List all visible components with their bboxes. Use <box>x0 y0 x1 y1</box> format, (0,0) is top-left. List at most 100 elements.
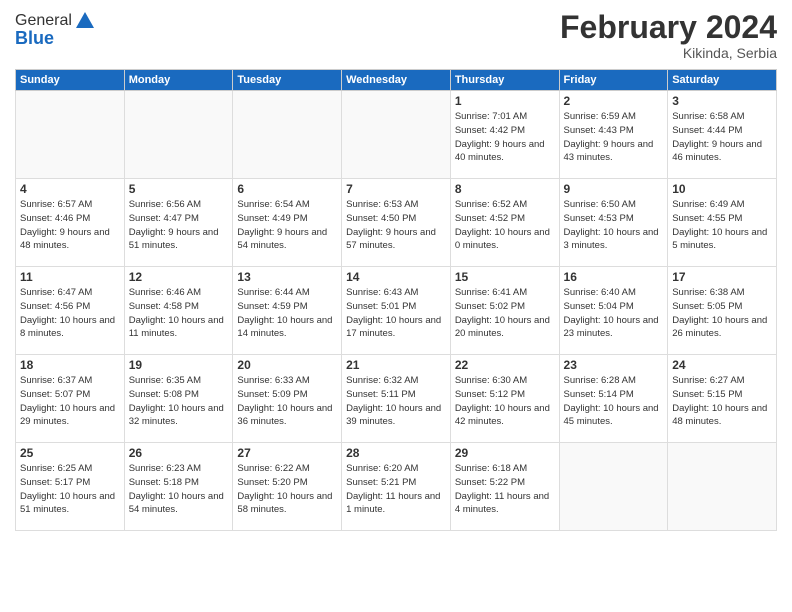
sunset-text: Sunset: 4:43 PM <box>564 125 634 136</box>
day-number: 4 <box>20 182 120 196</box>
sunset-text: Sunset: 4:49 PM <box>237 213 307 224</box>
header: General Blue February 2024 Kikinda, Serb… <box>15 10 777 61</box>
sunrise-text: Sunrise: 6:32 AM <box>346 375 418 386</box>
day-detail: Sunrise: 6:41 AM Sunset: 5:02 PM Daylight:… <box>455 286 555 341</box>
header-monday: Monday <box>124 70 233 91</box>
header-sunday: Sunday <box>16 70 125 91</box>
calendar-cell-w3-d4: 14Sunrise: 6:43 AMSunset: 5:01 PMDayligh… <box>342 267 451 355</box>
calendar-cell-w3-d1: 11Sunrise: 6:47 AMSunset: 4:56 PMDayligh… <box>16 267 125 355</box>
daylight-text: Daylight: 10 hours and 42 minutes. <box>455 403 550 428</box>
calendar-page: General Blue February 2024 Kikinda, Serb… <box>0 0 792 612</box>
sunrise-text: Sunrise: 6:40 AM <box>564 287 636 298</box>
logo: General Blue <box>15 10 96 49</box>
daylight-text: Daylight: 10 hours and 20 minutes. <box>455 315 550 340</box>
sunset-text: Sunset: 5:01 PM <box>346 301 416 312</box>
calendar-cell-w4-d6: 23Sunrise: 6:28 AMSunset: 5:14 PMDayligh… <box>559 355 668 443</box>
daylight-text: Daylight: 10 hours and 23 minutes. <box>564 315 659 340</box>
week-row-3: 11Sunrise: 6:47 AMSunset: 4:56 PMDayligh… <box>16 267 777 355</box>
calendar-cell-w3-d6: 16Sunrise: 6:40 AMSunset: 5:04 PMDayligh… <box>559 267 668 355</box>
calendar-cell-w4-d5: 22 Sunrise: 6:30 AMSunset: 5:12 PMDayligh… <box>450 355 559 443</box>
daylight-text: Daylight: 9 hours and 51 minutes. <box>129 227 219 252</box>
sunrise-text: Sunrise: 6:41 AM <box>455 287 527 298</box>
day-number: 8 <box>455 182 555 196</box>
day-detail: Sunrise: 6:53 AMSunset: 4:50 PMDaylight:… <box>346 198 446 253</box>
day-detail: Sunrise: 7:01 AMSunset: 4:42 PMDaylight:… <box>455 110 555 165</box>
day-number: 12 <box>129 270 229 284</box>
day-number: 11 <box>20 270 120 284</box>
sunrise-text: Sunrise: 6:18 AM <box>455 463 527 474</box>
calendar-cell-w4-d2: 19Sunrise: 6:35 AMSunset: 5:08 PMDayligh… <box>124 355 233 443</box>
day-number: 10 <box>672 182 772 196</box>
day-detail: Sunrise: 6:23 AMSunset: 5:18 PMDaylight:… <box>129 462 229 517</box>
month-year: February 2024 <box>560 10 777 45</box>
sunrise-text: Sunrise: 6:20 AM <box>346 463 418 474</box>
day-number: 7 <box>346 182 446 196</box>
day-number: 28 <box>346 446 446 460</box>
daylight-text: Daylight: 9 hours and 54 minutes. <box>237 227 327 252</box>
day-number: 2 <box>564 94 664 108</box>
week-row-1: 1Sunrise: 7:01 AMSunset: 4:42 PMDaylight… <box>16 91 777 179</box>
sunrise-text: Sunrise: 6:49 AM <box>672 199 744 210</box>
day-detail: Sunrise: 6:50 AM Sunset: 4:53 PM Daylight:… <box>564 198 664 253</box>
daylight-text: Daylight: 9 hours and 43 minutes. <box>564 139 654 164</box>
calendar-cell-w1-d3 <box>233 91 342 179</box>
day-number: 24 <box>672 358 772 372</box>
daylight-text: Daylight: 10 hours and 14 minutes. <box>237 315 332 340</box>
calendar-cell-w1-d5: 1Sunrise: 7:01 AMSunset: 4:42 PMDaylight… <box>450 91 559 179</box>
title-block: February 2024 Kikinda, Serbia <box>560 10 777 61</box>
sunrise-text: Sunrise: 6:44 AM <box>237 287 309 298</box>
day-number: 5 <box>129 182 229 196</box>
sunset-text: Sunset: 4:44 PM <box>672 125 742 136</box>
header-friday: Friday <box>559 70 668 91</box>
sunrise-text: Sunrise: 6:52 AM <box>455 199 527 210</box>
calendar-cell-w5-d3: 27 Sunrise: 6:22 AMSunset: 5:20 PMDayligh… <box>233 443 342 531</box>
daylight-text: Daylight: 9 hours and 48 minutes. <box>20 227 110 252</box>
daylight-text: Daylight: 10 hours and 3 minutes. <box>564 227 659 252</box>
sunrise-text: Sunrise: 6:59 AM <box>564 111 636 122</box>
day-detail: Sunrise: 6:25 AMSunset: 5:17 PMDaylight:… <box>20 462 120 517</box>
daylight-text: Daylight: 10 hours and 45 minutes. <box>564 403 659 428</box>
sunset-text: Sunset: 5:02 PM <box>455 301 525 312</box>
sunset-text: Sunset: 4:46 PM <box>20 213 90 224</box>
calendar-cell-w1-d1 <box>16 91 125 179</box>
header-saturday: Saturday <box>668 70 777 91</box>
week-row-5: 25Sunrise: 6:25 AMSunset: 5:17 PMDayligh… <box>16 443 777 531</box>
day-detail: Sunrise: 6:40 AMSunset: 5:04 PMDaylight:… <box>564 286 664 341</box>
sunset-text: Sunset: 5:22 PM <box>455 477 525 488</box>
day-detail: Sunrise: 6:58 AMSunset: 4:44 PMDaylight:… <box>672 110 772 165</box>
daylight-text: Daylight: 10 hours and 0 minutes. <box>455 227 550 252</box>
day-detail: Sunrise: 6:28 AMSunset: 5:14 PMDaylight:… <box>564 374 664 429</box>
calendar-cell-w4-d7: 24Sunrise: 6:27 AMSunset: 5:15 PMDayligh… <box>668 355 777 443</box>
calendar-cell-w4-d3: 20Sunrise: 6:33 AMSunset: 5:09 PMDayligh… <box>233 355 342 443</box>
calendar-cell-w3-d7: 17Sunrise: 6:38 AMSunset: 5:05 PMDayligh… <box>668 267 777 355</box>
daylight-text: Daylight: 10 hours and 48 minutes. <box>672 403 767 428</box>
day-detail: Sunrise: 6:56 AMSunset: 4:47 PMDaylight:… <box>129 198 229 253</box>
sunset-text: Sunset: 4:53 PM <box>564 213 634 224</box>
day-number: 13 <box>237 270 337 284</box>
day-number: 27 <box>237 446 337 460</box>
day-detail: Sunrise: 6:32 AMSunset: 5:11 PMDaylight:… <box>346 374 446 429</box>
daylight-text: Daylight: 10 hours and 11 minutes. <box>129 315 224 340</box>
day-detail: Sunrise: 6:52 AMSunset: 4:52 PMDaylight:… <box>455 198 555 253</box>
sunset-text: Sunset: 4:56 PM <box>20 301 90 312</box>
calendar-cell-w5-d5: 29Sunrise: 6:18 AMSunset: 5:22 PMDayligh… <box>450 443 559 531</box>
location: Kikinda, Serbia <box>560 45 777 61</box>
sunrise-text: Sunrise: 6:50 AM <box>564 199 636 210</box>
daylight-text: Daylight: 9 hours and 57 minutes. <box>346 227 436 252</box>
day-detail: Sunrise: 6:37 AMSunset: 5:07 PMDaylight:… <box>20 374 120 429</box>
day-detail: Sunrise: 6:22 AMSunset: 5:20 PMDaylight:… <box>237 462 337 517</box>
sunrise-text: Sunrise: 6:58 AM <box>672 111 744 122</box>
day-number: 22 <box>455 358 555 372</box>
sunset-text: Sunset: 4:58 PM <box>129 301 199 312</box>
calendar-cell-w5-d6 <box>559 443 668 531</box>
calendar-cell-w5-d4: 28Sunrise: 6:20 AMSunset: 5:21 PMDayligh… <box>342 443 451 531</box>
sunset-text: Sunset: 5:07 PM <box>20 389 90 400</box>
calendar-cell-w1-d7: 3Sunrise: 6:58 AMSunset: 4:44 PMDaylight… <box>668 91 777 179</box>
day-detail: Sunrise: 6:44 AMSunset: 4:59 PMDaylight:… <box>237 286 337 341</box>
day-detail: Sunrise: 6:33 AMSunset: 5:09 PMDaylight:… <box>237 374 337 429</box>
sunrise-text: Sunrise: 6:43 AM <box>346 287 418 298</box>
day-detail: Sunrise: 6:30 AMSunset: 5:12 PMDaylight:… <box>455 374 555 429</box>
daylight-text: Daylight: 10 hours and 32 minutes. <box>129 403 224 428</box>
day-detail: Sunrise: 6:35 AMSunset: 5:08 PMDaylight:… <box>129 374 229 429</box>
sunrise-text: Sunrise: 6:23 AM <box>129 463 201 474</box>
